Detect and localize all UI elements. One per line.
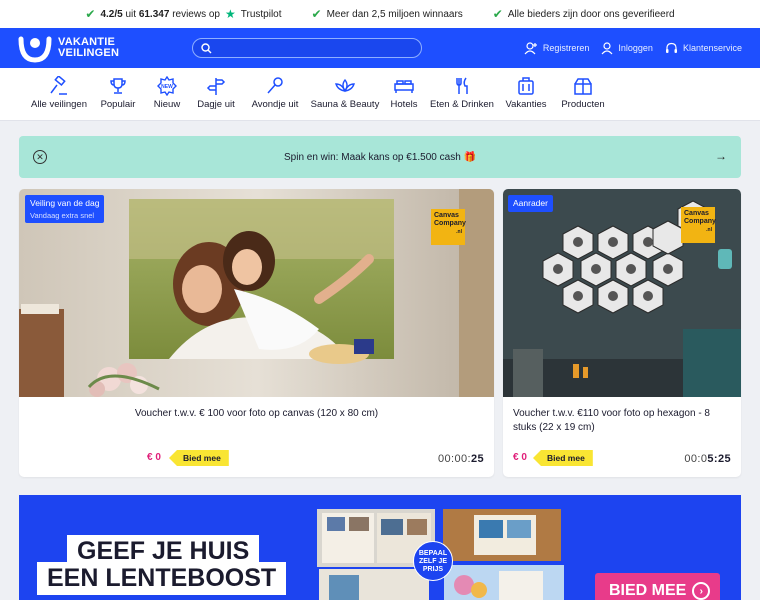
promo-banner[interactable]: GEEF JE HUIS EEN LENTEBOOST BEPAAL ZELF … xyxy=(19,495,741,600)
promo-bid-button[interactable]: BIED MEE › xyxy=(595,573,720,600)
nav-item-dagje-uit[interactable]: Dagje uit xyxy=(190,68,242,110)
search-bar[interactable] xyxy=(192,38,422,58)
category-nav: Alle veilingen Populair NEW Nieuw Dagje … xyxy=(0,68,760,121)
countdown-timer: 00:00:25 xyxy=(437,453,484,465)
logo-icon xyxy=(18,36,52,63)
nav-item-nieuw[interactable]: NEW Nieuw xyxy=(144,68,190,110)
microphone-icon xyxy=(267,77,283,94)
usp-verified: ✔ Alle bieders zijn door ons geverifieer… xyxy=(492,7,675,21)
countdown-timer: 00:05:25 xyxy=(684,453,731,465)
check-icon: ✔ xyxy=(311,7,322,21)
current-price: € 0 xyxy=(513,452,527,463)
check-icon: ✔ xyxy=(492,7,503,21)
trustpilot-label: Trustpilot xyxy=(240,8,282,20)
promo-headline-line2: EEN LENTEBOOST xyxy=(37,562,287,595)
current-price: € 0 xyxy=(147,452,161,463)
usp-trustpilot[interactable]: ✔ 4.2/5 uit 61.347 reviews op ★ Trustpil… xyxy=(85,7,281,21)
site-header: VAKANTIE VEILINGEN Registreren Inloggen … xyxy=(0,28,760,68)
bed-icon xyxy=(394,80,414,93)
suitcase-icon xyxy=(518,77,534,95)
nav-item-eten-drinken[interactable]: Eten & Drinken xyxy=(426,68,498,110)
recommended-badge: Aanrader xyxy=(508,195,553,212)
usp-bar: ✔ 4.2/5 uit 61.347 reviews op ★ Trustpil… xyxy=(0,0,760,28)
card-title[interactable]: Voucher t.w.v. € 100 voor foto op canvas… xyxy=(29,407,484,421)
trustpilot-star-icon: ★ xyxy=(225,7,236,21)
search-icon xyxy=(201,42,212,53)
headset-icon xyxy=(665,42,677,53)
site-logo[interactable]: VAKANTIE VEILINGEN xyxy=(18,33,119,63)
new-badge-icon: NEW xyxy=(157,76,177,96)
customer-service-link[interactable]: Klantenservice xyxy=(665,42,742,55)
auction-card-canvas[interactable]: Veiling van de dag Vandaag extra snel Ca… xyxy=(19,189,494,477)
rating-value: 4.2/5 xyxy=(100,8,123,20)
login-link[interactable]: Inloggen xyxy=(601,41,653,55)
spin-win-text: Spin en win: Maak kans op €1.500 cash 🎁 xyxy=(283,151,476,163)
nav-item-populair[interactable]: Populair xyxy=(92,68,144,110)
set-your-price-badge: BEPAAL ZELF JE PRIJS xyxy=(413,541,453,581)
nav-item-avondje-uit[interactable]: Avondje uit xyxy=(242,68,308,110)
svg-text:NEW: NEW xyxy=(161,84,173,90)
bid-button[interactable]: Bied mee xyxy=(533,450,593,466)
nav-item-hotels[interactable]: Hotels xyxy=(382,68,426,110)
chevron-right-icon: › xyxy=(692,582,711,600)
user-icon xyxy=(601,41,613,54)
deal-of-day-badge: Veiling van de dag Vandaag extra snel xyxy=(25,195,105,223)
cutlery-icon xyxy=(456,77,468,94)
canvas-company-logo: Canvas Company .nl xyxy=(431,209,466,245)
canvas-company-logo: Canvas Company .nl xyxy=(681,207,716,243)
gavel-icon xyxy=(50,76,67,95)
search-input[interactable] xyxy=(218,42,418,54)
trophy-icon xyxy=(110,78,126,94)
card-title[interactable]: Voucher t.w.v. €110 voor foto op hexagon… xyxy=(513,407,731,435)
gift-box-icon xyxy=(574,78,592,95)
lotus-icon xyxy=(335,78,355,93)
nav-item-alle-veilingen[interactable]: Alle veilingen xyxy=(26,68,92,110)
auction-card-hexagon[interactable]: Aanrader Canvas Company .nl Voucher t.w.… xyxy=(503,189,741,477)
check-icon: ✔ xyxy=(85,7,96,21)
nav-item-producten[interactable]: Producten xyxy=(554,68,612,110)
usp-winners: ✔ Meer dan 2,5 miljoen winnaars xyxy=(311,7,463,21)
signpost-icon xyxy=(206,78,226,95)
close-icon[interactable]: ✕ xyxy=(33,150,47,164)
nav-item-vakanties[interactable]: Vakanties xyxy=(498,68,554,110)
arrow-right-icon: → xyxy=(715,149,727,163)
spin-win-banner[interactable]: ✕ Spin en win: Maak kans op €1.500 cash … xyxy=(19,136,741,178)
bid-button[interactable]: Bied mee xyxy=(169,450,229,466)
add-user-icon xyxy=(524,41,537,54)
register-link[interactable]: Registreren xyxy=(524,41,589,55)
nav-item-sauna-beauty[interactable]: Sauna & Beauty xyxy=(308,68,382,110)
review-count: 61.347 xyxy=(138,8,170,20)
